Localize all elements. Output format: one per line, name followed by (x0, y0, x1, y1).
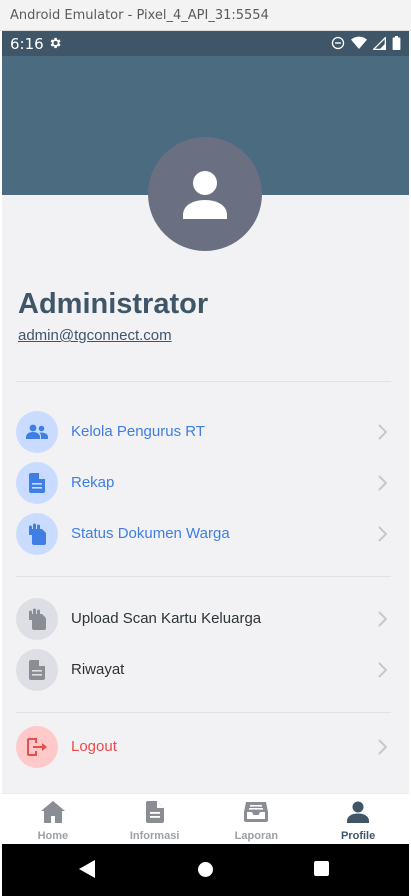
profile-email[interactable]: admin@tgconnect.com (18, 327, 172, 344)
status-time: 6:16 (10, 35, 44, 53)
divider (16, 576, 391, 577)
file-icon (143, 800, 167, 824)
menu-item-upload-scan-kartu-keluarga[interactable]: Upload Scan Kartu Keluarga (2, 594, 409, 644)
tab-profile[interactable]: Profile (307, 794, 409, 844)
logout-icon (16, 726, 58, 768)
tab-laporan[interactable]: Laporan (206, 794, 308, 844)
window-title: Android Emulator - Pixel_4_API_31:5554 (10, 8, 269, 23)
person-icon (346, 800, 370, 824)
do-not-disturb-icon (331, 36, 345, 50)
chevron-right-icon (378, 662, 387, 678)
menu-item-rekap[interactable]: Rekap (2, 458, 409, 508)
signal-icon (373, 36, 386, 50)
tab-label: Profile (341, 830, 376, 842)
menu-item-riwayat[interactable]: Riwayat (2, 645, 409, 695)
device-screen: 6:16 Administrator admin@tgconnect.com K… (2, 31, 409, 896)
users-icon (16, 411, 58, 453)
logout-label: Logout (71, 738, 117, 755)
tab-label: Laporan (234, 830, 279, 842)
bottom-navigation: Home Informasi Laporan Profile (2, 793, 409, 844)
chevron-right-icon (378, 475, 387, 491)
hand-document-icon (16, 513, 58, 555)
menu-item-label: Kelola Pengurus RT (71, 423, 205, 440)
menu-item-status-dokumen-warga[interactable]: Status Dokumen Warga (2, 509, 409, 559)
menu-item-label: Rekap (71, 474, 115, 491)
menu-item-label: Upload Scan Kartu Keluarga (71, 610, 262, 627)
home-icon (40, 800, 65, 824)
tab-home[interactable]: Home (2, 794, 104, 844)
person-avatar-icon (183, 171, 227, 219)
tab-informasi[interactable]: Informasi (104, 794, 206, 844)
window-titlebar: Android Emulator - Pixel_4_API_31:5554 (0, 0, 411, 31)
menu-item-label: Riwayat (71, 661, 125, 678)
home-button-icon[interactable] (198, 862, 213, 877)
system-navigation-bar (2, 844, 409, 896)
status-bar: 6:16 (2, 31, 409, 56)
avatar[interactable] (148, 137, 262, 251)
chevron-right-icon (378, 526, 387, 542)
hand-document-icon (16, 598, 58, 640)
divider (16, 712, 391, 713)
divider (16, 381, 391, 382)
status-icons (331, 36, 401, 50)
menu-item-kelola-pengurus-rt[interactable]: Kelola Pengurus RT (2, 407, 409, 457)
battery-icon (392, 36, 401, 50)
settings-gear-icon (50, 37, 61, 49)
logout-button[interactable]: Logout (2, 722, 409, 772)
document-icon (16, 649, 58, 691)
back-icon[interactable] (79, 860, 95, 878)
wifi-icon (351, 36, 367, 49)
chevron-right-icon (378, 739, 387, 755)
chevron-right-icon (378, 611, 387, 627)
menu-item-label: Status Dokumen Warga (71, 525, 230, 542)
profile-name: Administrator (18, 288, 209, 320)
tab-label: Informasi (129, 830, 180, 842)
inbox-icon (244, 800, 269, 824)
document-icon (16, 462, 58, 504)
chevron-right-icon (378, 424, 387, 440)
tab-label: Home (37, 830, 69, 842)
recent-apps-icon[interactable] (314, 861, 329, 876)
